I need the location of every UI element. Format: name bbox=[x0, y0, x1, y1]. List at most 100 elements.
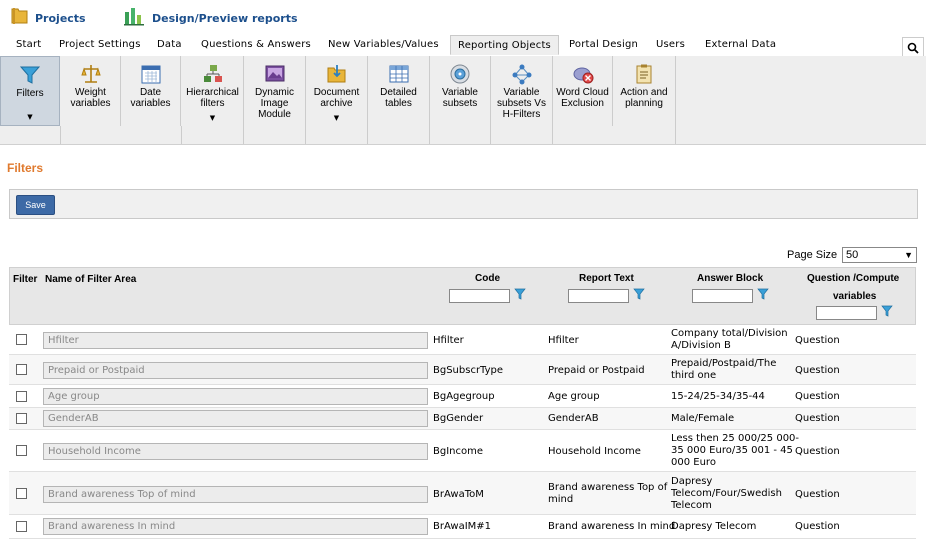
filter-funnel-icon[interactable] bbox=[633, 288, 645, 300]
filter-area-name-input[interactable]: Brand awareness Top of mind bbox=[43, 486, 428, 503]
weight-variables-button[interactable]: Weight variables bbox=[61, 56, 121, 126]
answer-block-filter-input[interactable] bbox=[692, 289, 753, 303]
variable-subsets-button[interactable]: Variable subsets bbox=[430, 56, 491, 126]
save-button[interactable]: Save bbox=[16, 195, 55, 215]
document-archive-label-1: Document bbox=[313, 87, 360, 98]
main-tabs: Start Project Settings Data Questions & … bbox=[0, 34, 926, 57]
page-size-value: 50 bbox=[846, 249, 859, 261]
weight-variables-label-2: variables bbox=[70, 98, 111, 109]
projects-link[interactable]: Projects bbox=[10, 6, 86, 26]
column-header-report-text[interactable]: Report Text bbox=[579, 273, 634, 284]
tab-project-settings[interactable]: Project Settings bbox=[59, 39, 141, 50]
word-cloud-exclusion-button[interactable]: Word Cloud Exclusion bbox=[553, 56, 613, 126]
table-row: Prepaid or Postpaid BgSubscrType Prepaid… bbox=[9, 355, 916, 385]
row-question-type: Question bbox=[795, 413, 840, 424]
tab-start[interactable]: Start bbox=[16, 39, 41, 50]
word-cloud-label-2: Exclusion bbox=[561, 98, 604, 109]
filter-area-name-input[interactable]: Household Income bbox=[43, 443, 428, 460]
row-checkbox[interactable] bbox=[16, 364, 27, 375]
row-answer-block-line2: third one bbox=[671, 370, 717, 381]
code-filter-input[interactable] bbox=[449, 289, 510, 303]
action-planning-label-2: planning bbox=[625, 98, 663, 109]
variable-subsets-vs-hfilters-button[interactable]: Variable subsets Vs H-Filters bbox=[491, 56, 553, 126]
word-cloud-icon bbox=[573, 67, 593, 84]
dynamic-image-label-3: Module bbox=[258, 109, 291, 120]
search-button[interactable] bbox=[902, 37, 924, 58]
tab-questions-answers[interactable]: Questions & Answers bbox=[201, 39, 311, 50]
filter-funnel-icon[interactable] bbox=[514, 288, 526, 300]
row-question-type: Question bbox=[795, 489, 840, 500]
filter-area-name-input[interactable]: Age group bbox=[43, 388, 428, 405]
ribbon-group-divider bbox=[368, 126, 430, 144]
variable-subsets-label-2: subsets bbox=[442, 98, 478, 109]
column-header-question-compute-line2: variables bbox=[833, 291, 877, 302]
filter-area-name-input[interactable]: Hfilter bbox=[43, 332, 428, 349]
column-header-filter: Filter bbox=[13, 274, 38, 285]
table-row: Age group BgAgegroup Age group 15-24/25-… bbox=[9, 385, 916, 408]
filter-area-name-input[interactable]: GenderAB bbox=[43, 410, 428, 427]
tab-portal-design[interactable]: Portal Design bbox=[569, 39, 638, 50]
row-question-type: Question bbox=[795, 335, 840, 346]
tab-new-variables[interactable]: New Variables/Values bbox=[328, 39, 439, 50]
folder-icon bbox=[11, 8, 28, 24]
tab-data[interactable]: Data bbox=[157, 39, 182, 50]
row-code: Hfilter bbox=[433, 335, 464, 346]
filters-button[interactable]: Filters ▼ bbox=[0, 56, 60, 126]
network-icon bbox=[512, 64, 531, 85]
action-planning-button[interactable]: Action and planning bbox=[613, 56, 676, 126]
detailed-tables-label-1: Detailed bbox=[380, 87, 417, 98]
hierarchy-icon bbox=[203, 65, 222, 82]
date-variables-button[interactable]: Date variables bbox=[121, 56, 181, 126]
hierarchical-filters-label-1: Hierarchical bbox=[186, 87, 239, 98]
image-module-icon bbox=[265, 65, 284, 82]
variable-subsets-label-1: Variable bbox=[442, 87, 478, 98]
date-variables-label-2: variables bbox=[130, 98, 171, 109]
dynamic-image-module-button[interactable]: Dynamic Image Module bbox=[244, 56, 306, 126]
row-code: BrAwaIM#1 bbox=[433, 521, 492, 532]
tab-external-data[interactable]: External Data bbox=[705, 39, 776, 50]
dynamic-image-label-2: Image bbox=[260, 98, 289, 109]
column-header-answer-block[interactable]: Answer Block bbox=[697, 273, 763, 284]
action-planning-label-1: Action and bbox=[620, 87, 668, 98]
filter-funnel-icon[interactable] bbox=[757, 288, 769, 300]
row-question-type: Question bbox=[795, 446, 840, 457]
row-checkbox[interactable] bbox=[16, 334, 27, 345]
hierarchical-filters-button[interactable]: Hierarchical filters ▼ bbox=[182, 56, 244, 126]
dropdown-caret-icon: ▼ bbox=[209, 114, 216, 122]
word-cloud-label-1: Word Cloud bbox=[556, 87, 609, 98]
column-header-question-compute[interactable]: Question /Compute bbox=[807, 273, 899, 284]
filter-area-name-input[interactable]: Prepaid or Postpaid bbox=[43, 362, 428, 379]
ribbon-group-divider bbox=[0, 126, 61, 144]
top-bar: Projects Design/Preview reports bbox=[0, 0, 926, 36]
row-answer-block-line1: Male/Female bbox=[671, 413, 735, 424]
ribbon-group-divider bbox=[61, 126, 182, 144]
dropdown-caret-icon: ▼ bbox=[333, 114, 340, 122]
tab-reporting-objects[interactable]: Reporting Objects bbox=[450, 35, 559, 55]
row-report-text-line2: mind bbox=[548, 494, 574, 505]
chevron-down-icon: ▼ bbox=[904, 250, 913, 260]
row-answer-block-line1: Less then 25 000/25 000- bbox=[671, 433, 800, 444]
variable-subsets-vs-label-3: H-Filters bbox=[502, 109, 541, 120]
row-answer-block-line3: Telecom bbox=[671, 500, 712, 511]
row-checkbox[interactable] bbox=[16, 391, 27, 402]
column-header-code[interactable]: Code bbox=[475, 273, 500, 284]
document-archive-button[interactable]: Document archive ▼ bbox=[306, 56, 368, 126]
ribbon-group-divider bbox=[306, 126, 368, 144]
row-checkbox[interactable] bbox=[16, 413, 27, 424]
variable-subsets-vs-label-1: Variable bbox=[503, 87, 540, 98]
row-answer-block-line1: Company total/Division bbox=[671, 328, 788, 339]
detailed-tables-button[interactable]: Detailed tables bbox=[368, 56, 430, 126]
question-type-filter-input[interactable] bbox=[816, 306, 877, 320]
row-answer-block-line2: Telecom/Four/Swedish bbox=[671, 488, 782, 499]
row-answer-block-line3: 000 Euro bbox=[671, 457, 716, 468]
row-checkbox[interactable] bbox=[16, 488, 27, 499]
filter-funnel-icon[interactable] bbox=[881, 305, 893, 317]
row-checkbox[interactable] bbox=[16, 521, 27, 532]
save-toolbar: Save bbox=[9, 189, 918, 219]
row-checkbox[interactable] bbox=[16, 445, 27, 456]
tab-users[interactable]: Users bbox=[656, 39, 685, 50]
report-text-filter-input[interactable] bbox=[568, 289, 629, 303]
page-size-select[interactable]: 50 ▼ bbox=[842, 247, 917, 263]
design-preview-link[interactable]: Design/Preview reports bbox=[123, 6, 298, 26]
filter-area-name-input[interactable]: Brand awareness In mind bbox=[43, 518, 428, 535]
